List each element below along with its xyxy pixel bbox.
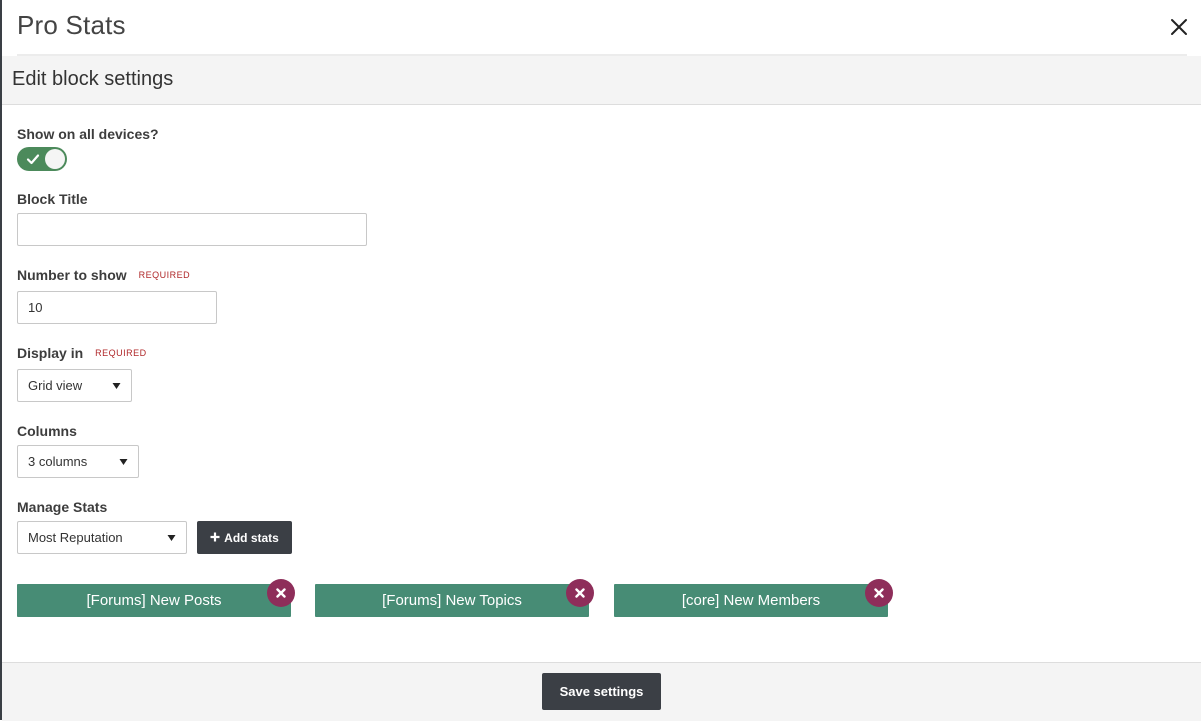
- columns-label: Columns: [17, 423, 77, 439]
- show-devices-toggle[interactable]: [17, 147, 67, 171]
- columns-select[interactable]: 3 columns: [17, 445, 139, 478]
- chevron-down-icon: [119, 458, 128, 466]
- display-in-label-text: Display in: [17, 345, 84, 361]
- close-icon: [1171, 19, 1187, 35]
- close-icon: [276, 588, 286, 598]
- stat-chip[interactable]: [core] New Members: [614, 584, 888, 617]
- display-in-label: Display in REQUIRED: [17, 345, 147, 361]
- number-to-show-input[interactable]: [17, 291, 217, 324]
- settings-header: Edit block settings: [2, 56, 1201, 105]
- close-icon: [575, 588, 585, 598]
- display-in-value: Grid view: [28, 378, 83, 393]
- close-icon: [874, 588, 884, 598]
- display-in-select[interactable]: Grid view: [17, 369, 132, 402]
- block-title-input[interactable]: [17, 213, 367, 246]
- block-title-label: Block Title: [17, 191, 88, 207]
- stat-chip-label: [Forums] New Topics: [382, 592, 522, 609]
- required-badge: REQUIRED: [95, 348, 147, 358]
- toggle-knob: [45, 149, 65, 169]
- remove-stat-button[interactable]: [566, 579, 594, 607]
- save-settings-label: Save settings: [559, 684, 644, 699]
- manage-stats-label: Manage Stats: [17, 499, 108, 515]
- save-settings-button[interactable]: Save settings: [542, 673, 661, 710]
- stat-chip-label: [Forums] New Posts: [86, 592, 222, 609]
- settings-header-title: Edit block settings: [12, 68, 174, 90]
- manage-stats-value: Most Reputation: [28, 530, 123, 545]
- remove-stat-button[interactable]: [865, 579, 893, 607]
- stat-chip[interactable]: [Forums] New Posts: [17, 584, 291, 617]
- stat-chip-label: [core] New Members: [681, 592, 821, 609]
- window-left-edge: [0, 0, 2, 720]
- chevron-down-icon: [112, 382, 121, 390]
- check-icon: [26, 154, 40, 165]
- stat-chip[interactable]: [Forums] New Topics: [315, 584, 589, 617]
- number-to-show-label-text: Number to show: [17, 267, 127, 283]
- required-badge: REQUIRED: [138, 270, 191, 280]
- modal-title: Pro Stats: [17, 10, 126, 40]
- remove-stat-button[interactable]: [267, 579, 295, 607]
- add-stats-button[interactable]: Add stats: [197, 521, 292, 554]
- plus-icon: [210, 530, 220, 545]
- chevron-down-icon: [167, 534, 176, 542]
- columns-value: 3 columns: [28, 454, 88, 469]
- show-devices-label: Show on all devices?: [17, 126, 159, 142]
- add-stats-label: Add stats: [224, 530, 279, 545]
- number-to-show-label: Number to show REQUIRED: [17, 267, 190, 283]
- manage-stats-select[interactable]: Most Reputation: [17, 521, 187, 554]
- close-button[interactable]: [1166, 14, 1192, 40]
